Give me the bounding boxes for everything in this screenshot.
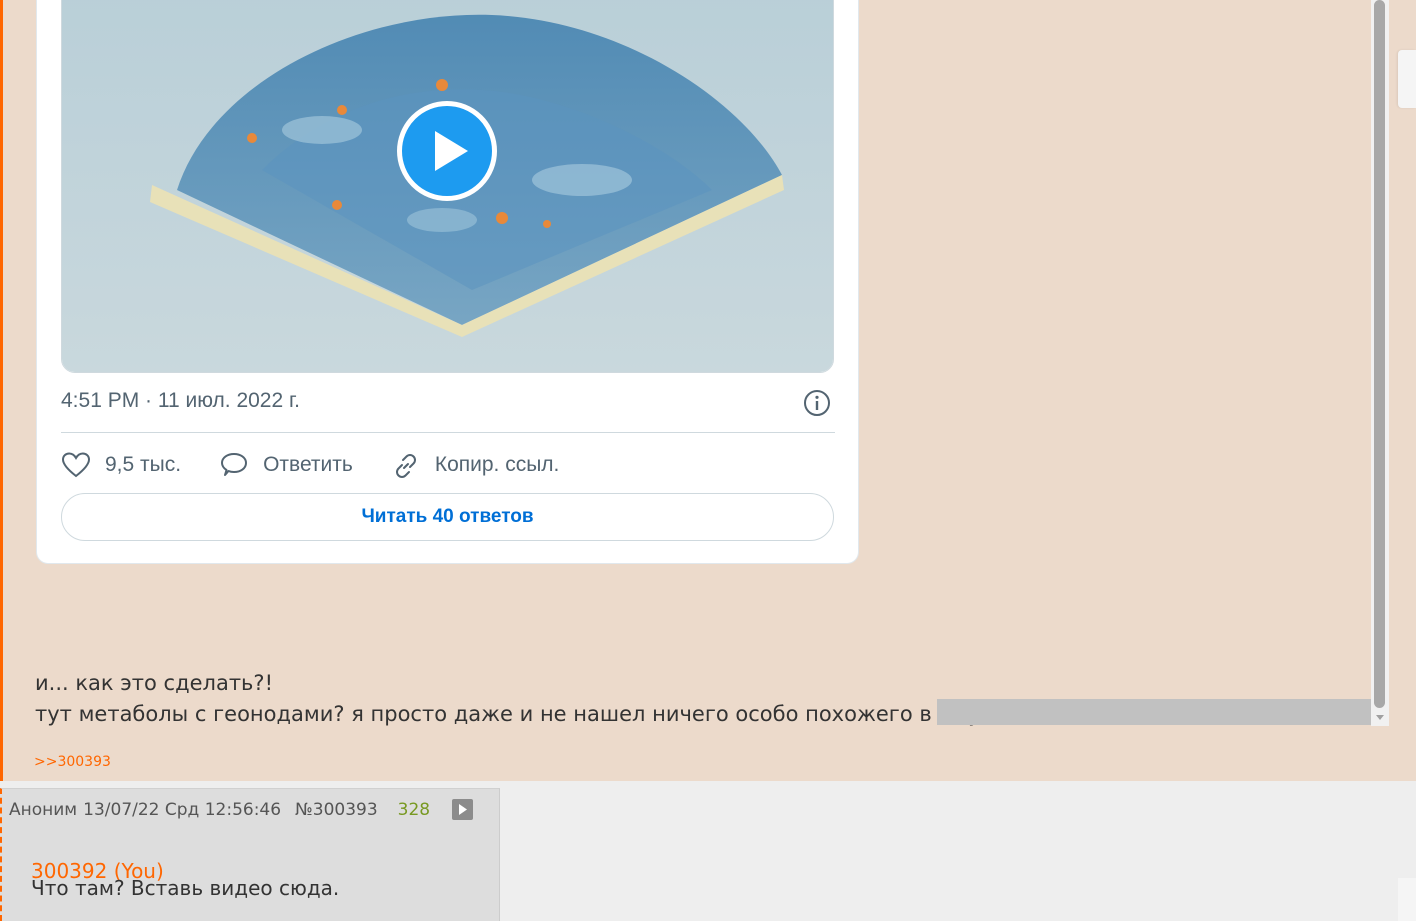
scroll-down-arrow[interactable] [1371,710,1389,726]
like-count: 9,5 тыс. [105,453,182,476]
copy-link-label: Копир. ссыл. [434,453,560,476]
reply-post-text: Что там? Вставь видео сюда. [31,876,340,900]
tweet-video[interactable] [61,0,834,373]
reply-button[interactable]: Ответить [219,451,353,479]
info-icon[interactable] [803,389,831,417]
reply-post-message: Что там? Вставь видео сюда. [31,876,339,900]
post-header: Аноним 13/07/22 Срд 12:56:46 №300393 328 [9,799,479,820]
reply-label: Ответить [263,453,353,476]
op-post: 4:51 PM · 11 июл. 2022 г. 9,5 тыс. Ответ… [0,0,1416,781]
tweet-timestamp[interactable]: 4:51 PM · 11 июл. 2022 г. [61,389,300,413]
video-play-button[interactable] [397,101,497,201]
copy-link-button[interactable]: Копир. ссыл. [391,451,560,479]
heart-icon [61,452,91,478]
horizontal-scrollbar-thumb[interactable] [937,699,1371,725]
tweet-card: 4:51 PM · 11 июл. 2022 г. 9,5 тыс. Ответ… [36,0,859,564]
link-icon [395,454,416,478]
post-author: Аноним [9,799,78,820]
side-panel-tab[interactable] [1398,50,1416,108]
chevron-down-icon [1376,715,1384,720]
op-post-line-2: тут метаболы с геонодами? я просто даже … [35,702,1007,726]
tweet-actions: 9,5 тыс. Ответить Копир. ссыл. [61,447,597,483]
play-icon [435,131,468,171]
post-date: 13/07/22 Срд 12:56:46 [83,799,282,820]
vertical-scrollbar-thumb[interactable] [1374,0,1385,708]
media-play-icon [459,804,468,815]
tweet-embed-frame[interactable]: 4:51 PM · 11 июл. 2022 г. 9,5 тыс. Ответ… [3,0,1389,726]
op-post-line-1: и... как это сделать?! [35,671,273,695]
tweet-divider [61,432,835,433]
post-media-button[interactable] [452,799,474,820]
like-button[interactable]: 9,5 тыс. [61,451,181,479]
side-panel-tab-bottom[interactable] [1398,878,1416,921]
reply-post: Аноним 13/07/22 Срд 12:56:46 №300393 328 [0,788,500,921]
op-post-message: и... как это сделать?! тут метаболы с ге… [35,668,1007,726]
read-replies-button[interactable]: Читать 40 ответов [61,493,834,541]
comment-icon [221,453,248,476]
backlink-300393[interactable]: >>300393 [34,754,111,770]
post-number[interactable]: №300393 [295,800,378,820]
post-views: 328 [397,799,431,820]
